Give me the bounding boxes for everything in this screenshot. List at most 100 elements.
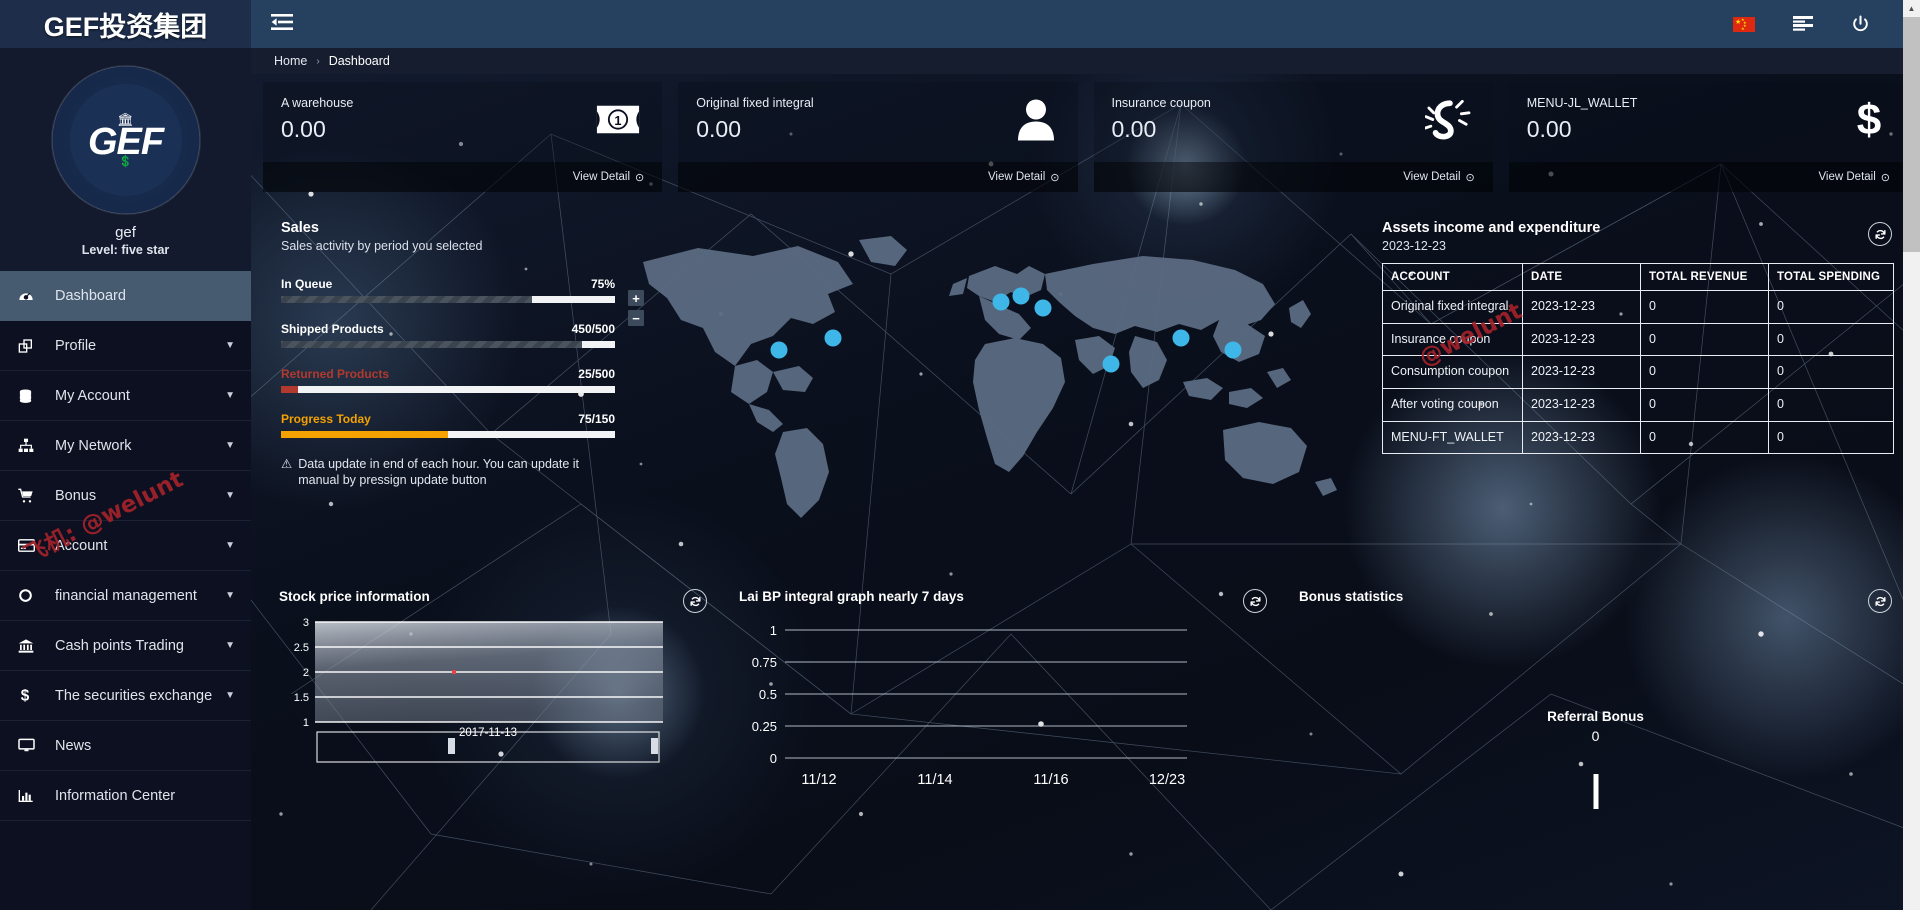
bar-chart-icon: [18, 788, 44, 804]
stat-card-link[interactable]: View Detail⊙: [1094, 162, 1493, 192]
referral-bonus-label: Referral Bonus: [1299, 709, 1892, 724]
sidebar-item-news[interactable]: News: [0, 721, 251, 771]
range-handle-left: [448, 738, 455, 754]
sidebar-item-label: Cash points Trading: [44, 638, 225, 654]
stat-card-label: MENU-JL_WALLET: [1527, 96, 1890, 110]
avatar-logo: 🏛 GEF 💲: [70, 84, 182, 196]
stat-card-value: 0.00: [281, 116, 644, 143]
bp-refresh-icon[interactable]: [1243, 589, 1267, 613]
assets-revenue-cell: 0: [1641, 356, 1769, 389]
power-icon[interactable]: [1851, 15, 1870, 34]
assets-account-cell: Original fixed integral: [1383, 291, 1523, 324]
sales-bar-head: Returned Products25/500: [281, 367, 615, 381]
svg-text:1: 1: [770, 623, 777, 638]
assets-column-header: ACCOUNT: [1383, 264, 1523, 291]
sidebar-item-label: financial management: [44, 588, 225, 604]
sidebar-item-label: Account: [44, 538, 225, 554]
sidebar-item-financial-management[interactable]: financial management▼: [0, 571, 251, 621]
map-marker: [1225, 342, 1242, 359]
stat-card-value: 0.00: [1112, 116, 1475, 143]
sidebar-item-label: Information Center: [44, 788, 251, 804]
stock-title: Stock price information: [279, 589, 707, 604]
list-icon[interactable]: [1793, 16, 1813, 32]
svg-text:1: 1: [303, 717, 309, 729]
sidebar-item-information-center[interactable]: Information Center: [0, 771, 251, 821]
assets-date-cell: 2023-12-23: [1523, 356, 1641, 389]
sidebar: GEF投资集团 🏛 GEF 💲 gef Level: five star Das…: [0, 0, 251, 910]
sidebar-item-my-network[interactable]: My Network▼: [0, 421, 251, 471]
china-flag-icon[interactable]: ★ ★ ★ ★ ★: [1733, 17, 1755, 32]
stat-card-body: Original fixed integral0.00: [678, 82, 1077, 162]
stat-card-link[interactable]: View Detail⊙: [678, 162, 1077, 192]
bp-title: Lai BP integral graph nearly 7 days: [739, 589, 1267, 604]
assets-spending-cell: 0: [1769, 323, 1894, 356]
sidebar-item-bonus[interactable]: Bonus▼: [0, 471, 251, 521]
sidebar-item-my-account[interactable]: My Account▼: [0, 371, 251, 421]
stock-refresh-icon[interactable]: [683, 589, 707, 613]
assets-date-cell: 2023-12-23: [1523, 323, 1641, 356]
assets-spending-cell: 0: [1769, 291, 1894, 324]
sidebar-item-cash-points-trading[interactable]: Cash points Trading▼: [0, 621, 251, 671]
topbar: ★ ★ ★ ★ ★: [251, 0, 1920, 48]
scroll-thumb[interactable]: [1903, 17, 1920, 252]
sidebar-item-dashboard[interactable]: Dashboard: [0, 271, 251, 321]
map-marker: [1173, 330, 1190, 347]
menu-toggle-icon[interactable]: [271, 14, 293, 35]
assets-title: Assets income and expenditure: [1382, 220, 1894, 236]
assets-spending-cell: 0: [1769, 421, 1894, 454]
stat-card-link[interactable]: View Detail⊙: [263, 162, 662, 192]
stock-data-point: [452, 670, 456, 674]
world-map: [633, 212, 1368, 567]
assets-revenue-cell: 0: [1641, 388, 1769, 421]
map-marker: [771, 342, 788, 359]
stat-card-value: 0.00: [1527, 116, 1890, 143]
svg-text:2: 2: [303, 667, 309, 679]
bonus-refresh-icon[interactable]: [1868, 589, 1892, 613]
sidebar-item-profile[interactable]: Profile▼: [0, 321, 251, 371]
sidebar-item-the-securities-exchange[interactable]: $The securities exchange▼: [0, 671, 251, 721]
sidebar-item-label: My Account: [44, 388, 225, 404]
svg-text:0.75: 0.75: [752, 655, 777, 670]
map-marker: [993, 294, 1010, 311]
assets-refresh-icon[interactable]: [1868, 222, 1892, 246]
avatar[interactable]: 🏛 GEF 💲: [52, 66, 200, 214]
stat-card-row: A warehouse0.001View Detail⊙Original fix…: [263, 82, 1908, 192]
dashboard-content: A warehouse0.001View Detail⊙Original fix…: [251, 74, 1920, 910]
sidebar-item-account[interactable]: Account▼: [0, 521, 251, 571]
breadcrumb: Home › Dashboard: [251, 48, 1920, 74]
breadcrumb-separator: ›: [316, 56, 319, 67]
page-scrollbar[interactable]: ▲: [1903, 0, 1920, 910]
brand-title: GEF投资集团: [44, 5, 208, 44]
stock-range-label: 2017-11-13: [459, 727, 517, 739]
sales-bar-head: Shipped Products450/500: [281, 322, 615, 336]
sales-bar-value: 450/500: [572, 322, 615, 336]
assets-account-cell: Insurance coupon: [1383, 323, 1523, 356]
assets-account-cell: Consumption coupon: [1383, 356, 1523, 389]
svg-text:11/16: 11/16: [1033, 772, 1068, 788]
chevron-down-icon: ▼: [225, 490, 235, 501]
table-row: Original fixed integral2023-12-2300: [1383, 291, 1894, 324]
scroll-up-icon[interactable]: ▲: [1903, 0, 1920, 17]
svg-text:3: 3: [303, 617, 309, 629]
sales-title: Sales: [281, 220, 615, 236]
coin-icon: 💲: [119, 157, 133, 168]
monitor-icon: [18, 738, 44, 753]
stat-card: Original fixed integral0.00View Detail⊙: [678, 82, 1077, 192]
breadcrumb-home[interactable]: Home: [274, 54, 307, 68]
assets-spending-cell: 0: [1769, 388, 1894, 421]
stat-card-link-label: View Detail: [1818, 171, 1875, 183]
sales-bar-value: 25/500: [578, 367, 615, 381]
chevron-down-icon: ▼: [225, 340, 235, 351]
sales-note: ⚠ Data update in end of each hour. You c…: [281, 457, 615, 488]
breadcrumb-current[interactable]: Dashboard: [329, 54, 390, 68]
map-marker: [1013, 288, 1030, 305]
topbar-right: ★ ★ ★ ★ ★: [1733, 15, 1892, 34]
range-handle-right: [651, 738, 658, 754]
brand-header[interactable]: GEF投资集团: [0, 0, 251, 48]
chevron-down-icon: ▼: [225, 640, 235, 651]
stat-card-link[interactable]: View Detail⊙: [1509, 162, 1908, 192]
assets-panel: Assets income and expenditure 2023-12-23…: [1368, 212, 1908, 567]
main-area: ★ ★ ★ ★ ★: [251, 0, 1920, 910]
svg-text:11/14: 11/14: [917, 772, 952, 788]
stat-card-body: MENU-JL_WALLET0.00$: [1509, 82, 1908, 162]
